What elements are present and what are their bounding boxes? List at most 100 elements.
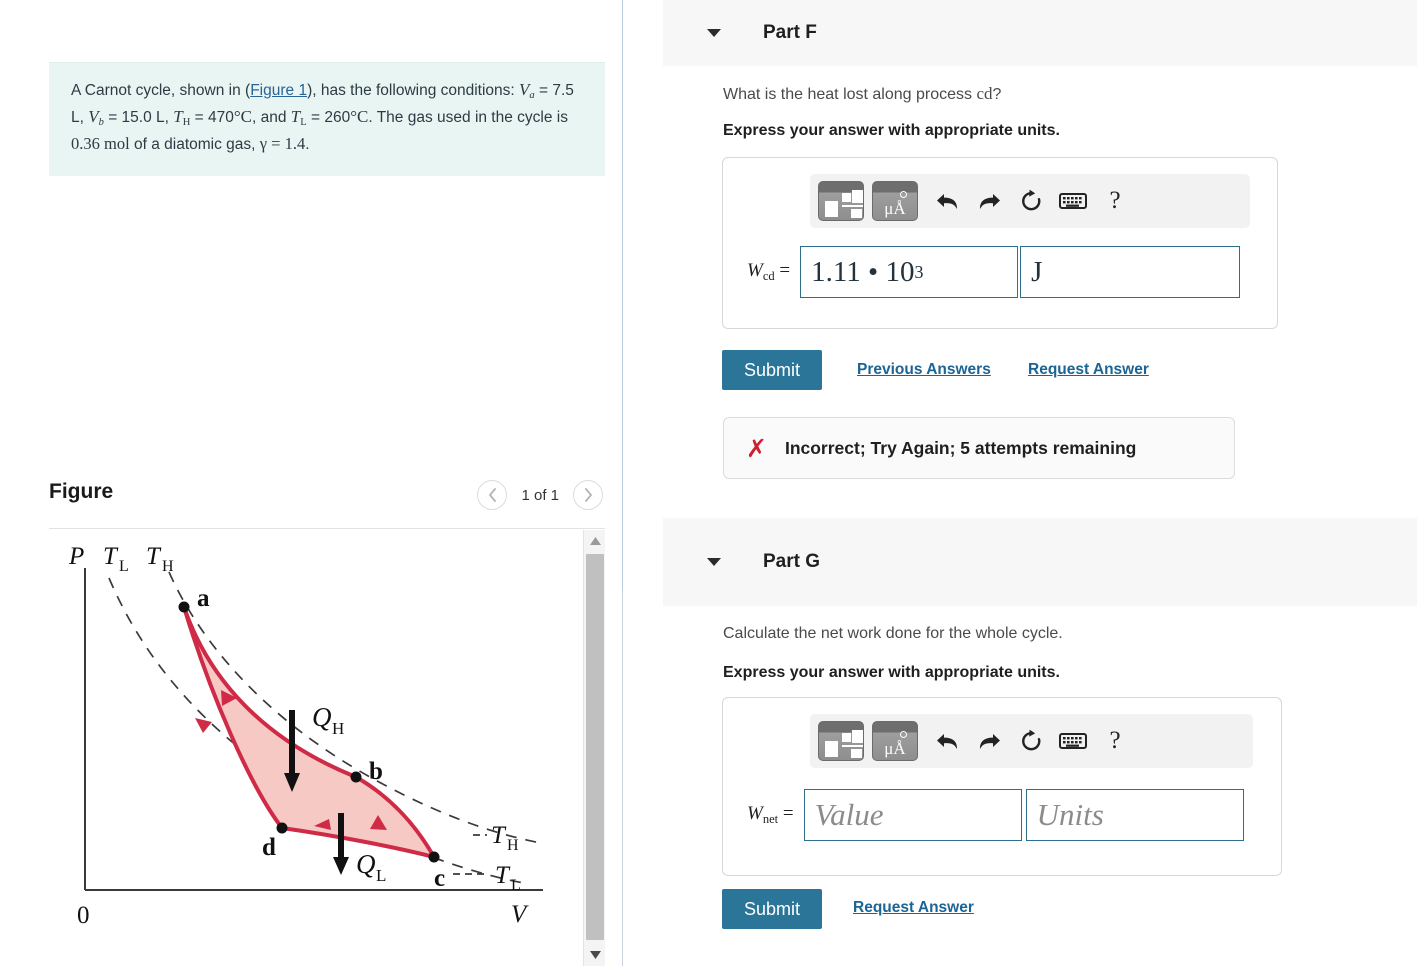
point-label-a: a (197, 585, 210, 612)
th-symbol: T (173, 106, 183, 126)
part-f-answer-label: Wcd = (747, 260, 791, 283)
keyboard-icon[interactable] (1052, 721, 1094, 761)
problem-statement: A Carnot cycle, shown in (Figure 1), has… (49, 62, 605, 177)
help-icon[interactable]: ? (1094, 181, 1136, 221)
part-g-value-input[interactable]: Value (803, 789, 1022, 841)
figure-counter: 1 of 1 (521, 486, 559, 504)
part-g-units-placeholder: Units (1036, 797, 1104, 832)
svg-text:H: H (162, 558, 174, 575)
part-g-header[interactable]: Part G (663, 518, 1417, 606)
svg-text:T: T (495, 862, 511, 889)
svg-text:T: T (103, 543, 119, 570)
math-template-button[interactable] (818, 721, 864, 761)
axis-label-v: V (511, 901, 529, 928)
th-value: = 470 (190, 108, 234, 126)
svg-text:H: H (332, 719, 344, 738)
scroll-up-button[interactable] (584, 530, 606, 552)
units-button[interactable]: μÅ (872, 721, 918, 761)
figure-prev-button[interactable] (477, 480, 508, 510)
undo-icon[interactable] (926, 721, 968, 761)
svg-text:L: L (511, 877, 521, 894)
vb-value: = 15.0 L, (103, 108, 174, 126)
part-g-instruction: Express your answer with appropriate uni… (723, 664, 1060, 681)
part-f-request-answer-link[interactable]: Request Answer (1028, 361, 1149, 379)
units-glyph: μÅ (884, 199, 906, 218)
figure-nav: 1 of 1 (477, 480, 603, 510)
reset-icon[interactable] (1010, 721, 1052, 761)
redo-icon[interactable] (968, 721, 1010, 761)
caret-down-icon[interactable] (707, 558, 721, 566)
part-g-answer-row: Wnet = Value Units (747, 789, 1244, 841)
units-glyph: μÅ (884, 739, 906, 758)
part-f-units-text: J (1031, 255, 1043, 288)
part-f-label: Part F (763, 22, 817, 43)
degree-ring-icon (900, 731, 907, 738)
part-g-answer-card: μÅ ? Wnet = Value Units (722, 697, 1282, 876)
part-f-math-toolbar: μÅ ? (810, 174, 1250, 228)
heat-in-label: Q (312, 702, 332, 732)
units-button[interactable]: μÅ (872, 181, 918, 221)
mole-amount: 0.36 mol (71, 133, 130, 153)
vb-symbol: V (88, 106, 99, 126)
help-icon[interactable]: ? (1094, 721, 1136, 761)
part-g-submit-button[interactable]: Submit (722, 889, 823, 929)
right-pane: Part F What is the heat lost along proce… (623, 0, 1417, 966)
reset-icon[interactable] (1010, 181, 1052, 221)
part-f-question: What is the heat lost along process cd? (723, 84, 1002, 103)
point-label-c: c (434, 865, 445, 892)
svg-text:L: L (119, 558, 129, 575)
problem-tail-2: of a diatomic gas, (129, 135, 260, 153)
svg-text:T: T (146, 543, 162, 570)
part-g-units-input[interactable]: Units (1025, 789, 1244, 841)
part-f-feedback-text: Incorrect; Try Again; 5 attempts remaini… (784, 437, 1137, 458)
and-text: , and (252, 108, 291, 126)
part-f-value-text: 1.11 • 10 (811, 255, 915, 288)
problem-tail-1: . The gas used in the cycle is (368, 108, 568, 126)
part-f-header[interactable]: Part F (663, 0, 1417, 66)
figure-next-button[interactable] (573, 480, 603, 510)
scrollbar-thumb[interactable] (586, 554, 604, 940)
point-label-d: d (262, 834, 276, 861)
part-f-instruction: Express your answer with appropriate uni… (723, 122, 1060, 139)
problem-text: A Carnot cycle, shown in (Figure 1), has… (71, 77, 583, 156)
th-degc: °C (233, 106, 253, 126)
problem-tail-3: . (305, 135, 310, 153)
scroll-down-button[interactable] (584, 944, 606, 966)
page-root: A Carnot cycle, shown in (Figure 1), has… (0, 0, 1417, 966)
point-label-b: b (369, 758, 383, 785)
tl-value: = 260 (306, 108, 351, 126)
part-f-submit-button[interactable]: Submit (722, 350, 823, 390)
part-g-value-placeholder: Value (814, 797, 884, 832)
part-f-value-exponent: 3 (914, 261, 924, 282)
keyboard-icon[interactable] (1052, 181, 1094, 221)
redo-icon[interactable] (968, 181, 1010, 221)
axis-label-p: P (68, 543, 84, 570)
part-f-units-input[interactable]: J (1020, 246, 1241, 298)
part-g-request-answer-link[interactable]: Request Answer (853, 899, 974, 917)
part-g-math-toolbar: μÅ ? (810, 714, 1253, 768)
part-g-question: Calculate the net work done for the whol… (723, 625, 1063, 642)
triangle-up-icon (589, 537, 601, 545)
part-f-feedback: ✗ Incorrect; Try Again; 5 attempts remai… (723, 417, 1235, 479)
part-g-answer-label: Wnet = (747, 803, 794, 826)
undo-icon[interactable] (926, 181, 968, 221)
part-f-answer-card: μÅ ? Wcd = 1.11 • 10 3 J (722, 157, 1278, 329)
part-f-previous-answers-link[interactable]: Previous Answers (857, 361, 991, 379)
part-f-answer-row: Wcd = 1.11 • 10 3 J (747, 246, 1241, 298)
carnot-diagram-svg: P T L T H a b c d Q H Q L T H T L 0 V (68, 543, 543, 929)
svg-text:H: H (507, 837, 519, 854)
figure-scrollbar[interactable] (583, 530, 605, 966)
red-x-icon: ✗ (746, 433, 767, 463)
part-f-value-input[interactable]: 1.11 • 10 3 (800, 246, 1019, 298)
caret-down-icon[interactable] (707, 29, 721, 37)
figure-header: Figure 1 of 1 (49, 476, 605, 522)
va-symbol: V (519, 80, 530, 99)
math-template-button[interactable] (818, 181, 864, 221)
part-g-label: Part G (763, 551, 821, 572)
heat-out-label: Q (356, 849, 376, 879)
carnot-pv-diagram: P T L T H a b c d Q H Q L T H T L 0 V (49, 530, 577, 966)
figure-1-link[interactable]: Figure 1 (250, 82, 307, 99)
origin-label: 0 (77, 902, 90, 929)
gamma-value: γ = 1.4 (259, 133, 306, 153)
tl-symbol: T (290, 106, 301, 126)
